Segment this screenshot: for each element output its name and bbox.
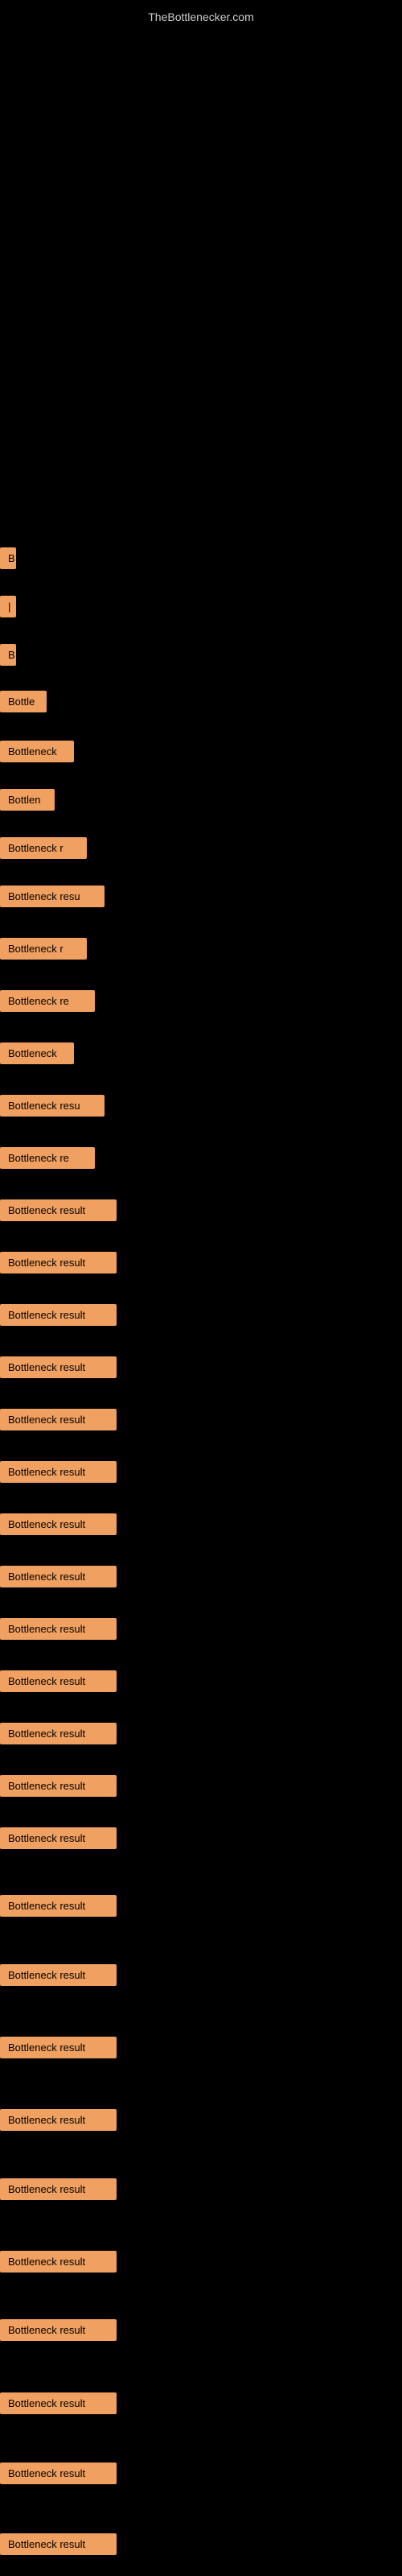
bottleneck-result-item: Bottleneck result (0, 2319, 117, 2341)
bottleneck-result-item: Bottleneck resu (0, 1095, 105, 1117)
bottleneck-result-item: Bottleneck result (0, 2109, 117, 2131)
bottleneck-result-item: Bottleneck result (0, 1356, 117, 1378)
bottleneck-result-item: Bottleneck result (0, 1895, 117, 1917)
bottleneck-result-item: Bottleneck resu (0, 886, 105, 907)
bottleneck-result-item: Bottleneck result (0, 2251, 117, 2273)
bottleneck-result-item: Bottleneck result (0, 1670, 117, 1692)
bottleneck-result-item: Bottleneck result (0, 1199, 117, 1221)
bottleneck-result-item: Bottlen (0, 789, 55, 811)
bottleneck-result-item: B (0, 547, 16, 569)
bottleneck-result-item: Bottleneck result (0, 1513, 117, 1535)
bottleneck-result-item: Bottleneck result (0, 2392, 117, 2414)
bottleneck-result-item: Bottleneck result (0, 2462, 117, 2484)
bottleneck-result-item: | (0, 596, 16, 617)
bottleneck-result-item: Bottleneck (0, 1042, 74, 1064)
bottleneck-result-item: Bottleneck result (0, 1461, 117, 1483)
bottleneck-result-item: Bottleneck result (0, 1252, 117, 1274)
bottleneck-result-item: Bottleneck (0, 741, 74, 762)
site-title: TheBottlenecker.com (0, 4, 402, 30)
bottleneck-result-item: Bottle (0, 691, 47, 712)
bottleneck-result-item: Bottleneck re (0, 990, 95, 1012)
bottleneck-result-item: Bottleneck result (0, 1964, 117, 1986)
bottleneck-result-item: Bottleneck result (0, 2037, 117, 2058)
bottleneck-result-item: B (0, 644, 16, 666)
bottleneck-result-item: Bottleneck result (0, 1723, 117, 1744)
bottleneck-result-item: Bottleneck result (0, 1827, 117, 1849)
bottleneck-result-item: Bottleneck result (0, 1618, 117, 1640)
bottleneck-result-item: Bottleneck r (0, 938, 87, 960)
bottleneck-result-item: Bottleneck result (0, 1304, 117, 1326)
bottleneck-result-item: Bottleneck result (0, 2178, 117, 2200)
bottleneck-result-item: Bottleneck re (0, 1147, 95, 1169)
bottleneck-result-item: Bottleneck r (0, 837, 87, 859)
bottleneck-result-item: Bottleneck result (0, 1566, 117, 1587)
bottleneck-result-item: Bottleneck result (0, 1775, 117, 1797)
bottleneck-result-item: Bottleneck result (0, 1409, 117, 1430)
bottleneck-result-item: Bottleneck result (0, 2533, 117, 2555)
